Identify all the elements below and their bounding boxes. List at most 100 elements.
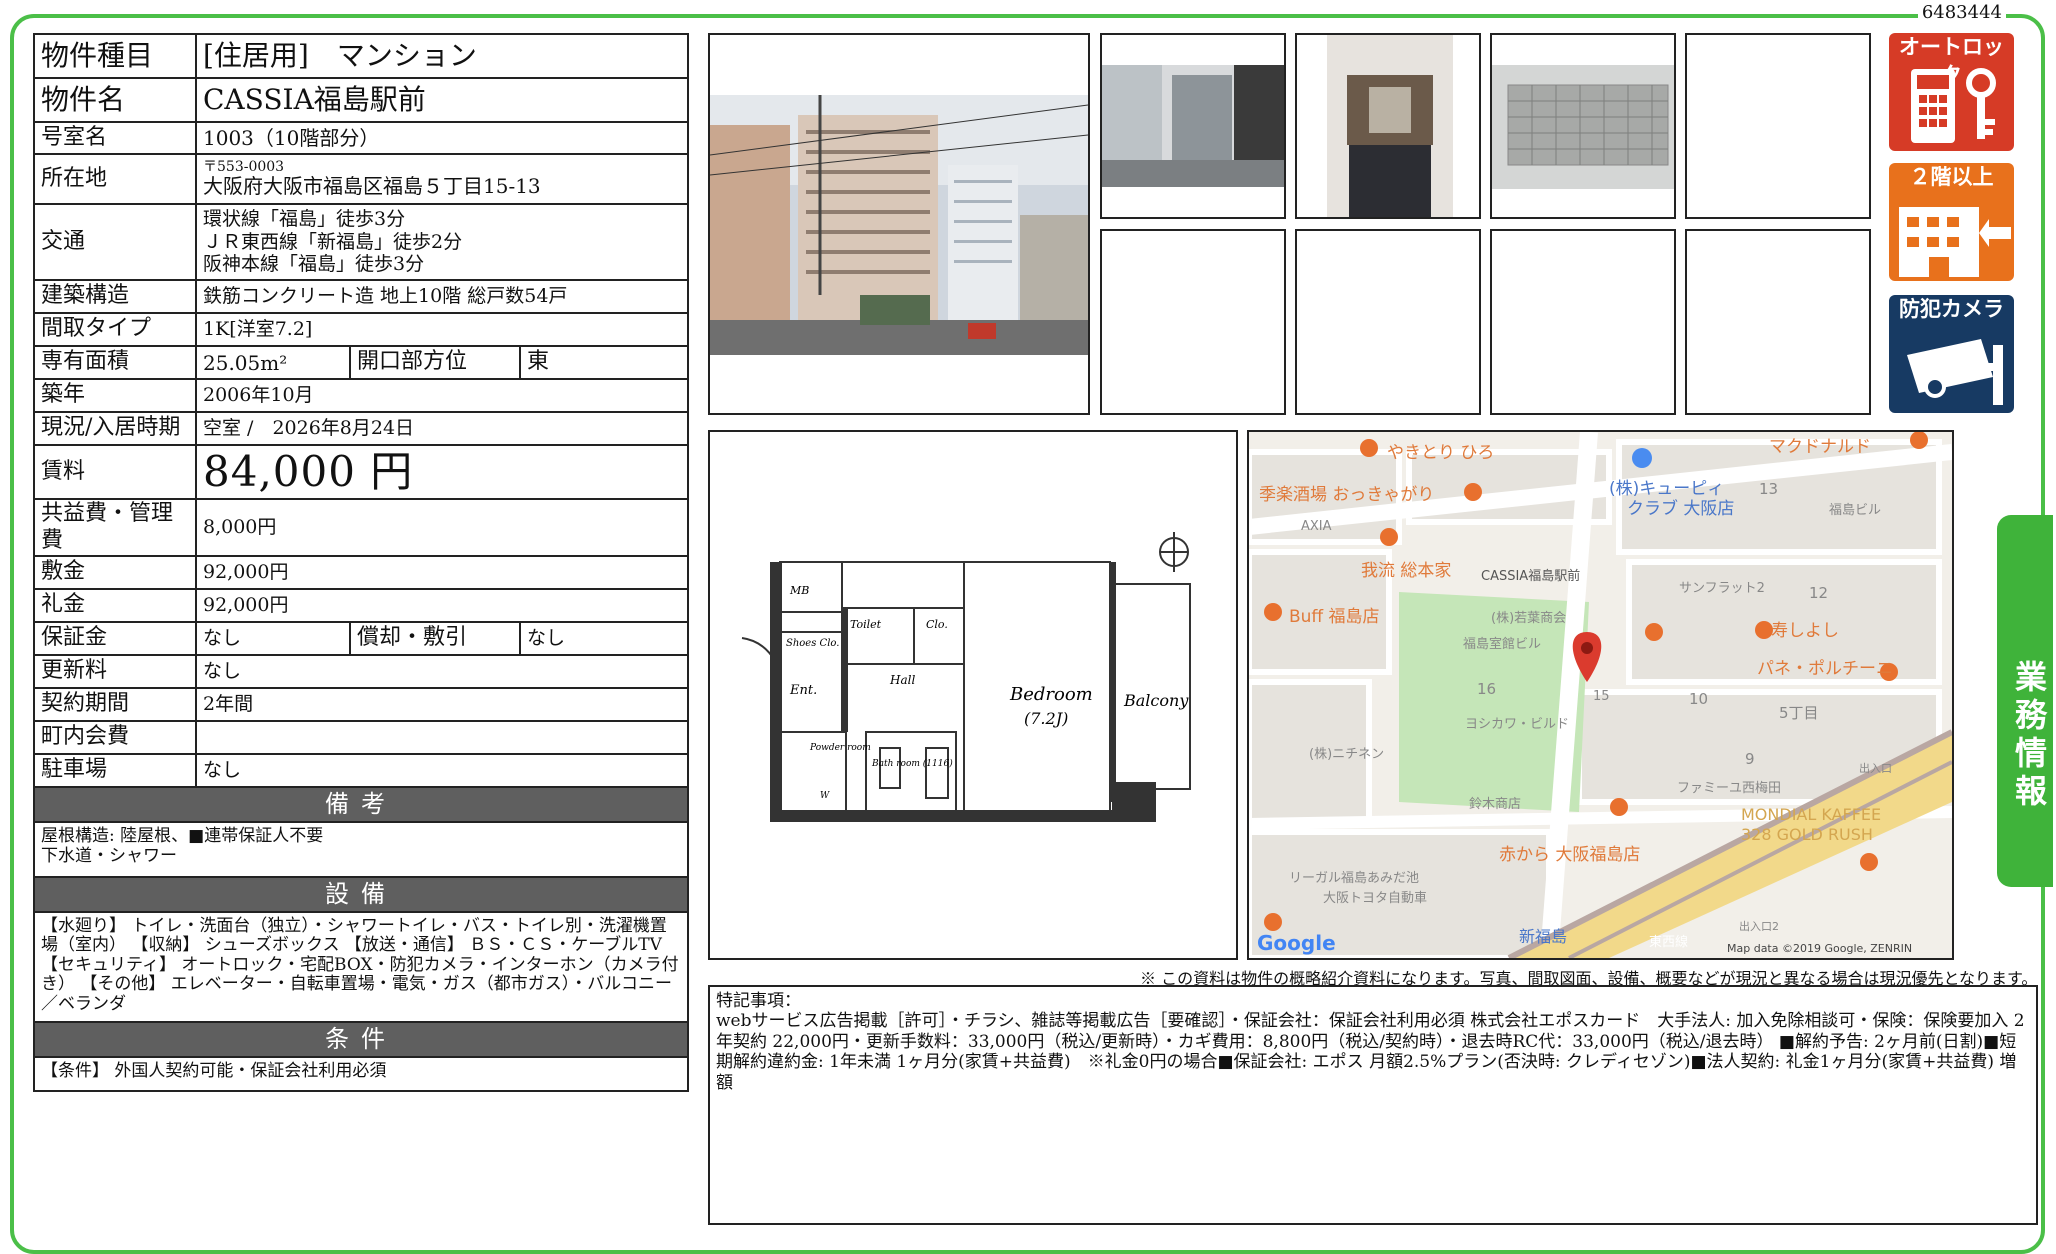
camera-badge-label: 防犯カメラ — [1899, 297, 2004, 321]
map-drawing: やきとり ひろ 季楽酒場 おっきゃがり マクドナルド (株)キューピィ クラブ … — [1249, 432, 1952, 958]
fp-ent: Ent. — [789, 683, 817, 698]
map-number: 15 — [1593, 689, 1610, 704]
fp-balcony: Balcony — [1123, 691, 1189, 710]
address-label: 所在地 — [33, 153, 197, 205]
fp-toilet: Toilet — [850, 618, 882, 631]
business-info-tab[interactable]: 業務情報 — [1997, 515, 2053, 887]
special-text: webサービス広告掲載［許可］・チラシ、雑誌等掲載広告［要確認］・保証会社：保証… — [716, 1011, 2025, 1093]
town-fee-value — [195, 720, 689, 756]
photo-empty-5 — [1685, 229, 1871, 415]
remarks-text: 屋根構造: 陸屋根、■連帯保証人不要 下水道・シャワー — [33, 820, 689, 878]
fp-clo: Clo. — [926, 618, 948, 631]
map-attribution: Map data ©2019 Google, ZENRIN — [1727, 942, 1912, 955]
fp-hall: Hall — [889, 673, 915, 687]
conditions-text: 【条件】 外国人契約可能・保証会社利用必須 — [33, 1055, 689, 1092]
fp-w: W — [820, 791, 830, 801]
floor-plan-drawing: MB Toilet Clo. Shoes Clo. Hall Ent. Bedr… — [741, 532, 1191, 822]
access-label: 交通 — [33, 203, 197, 281]
opening-label: 開口部方位 — [349, 345, 521, 380]
room-label: 号室名 — [33, 121, 197, 155]
key-money-label: 礼金 — [33, 588, 197, 624]
photo-entrance — [1100, 33, 1286, 219]
map-label: (株)若葉商会 — [1491, 610, 1566, 626]
map-label: 鈴木商店 — [1469, 797, 1521, 812]
map-number: 13 — [1759, 480, 1778, 498]
type-value: [住居用] マンション — [195, 33, 689, 79]
parking-label: 駐車場 — [33, 753, 197, 789]
fp-bath: Bath room (1116) — [871, 758, 953, 769]
map-label: ヨシカワ・ビルド — [1465, 717, 1569, 732]
property-table: 物件種目 [住居用] マンション 物件名 CASSIA福島駅前 号室名 1003（10… — [33, 33, 689, 1092]
map-label: (株)ニチネン — [1309, 747, 1384, 762]
layout-label: 間取タイプ — [33, 312, 197, 347]
equipment-title: 設備 — [33, 875, 689, 913]
structure-value: 鉄筋コンクリート造 地上10階 総戸数54戸 — [195, 279, 689, 314]
floor-badge: ２階以上 — [1889, 163, 2014, 281]
conditions-title: 条件 — [33, 1020, 689, 1058]
guarantee-value: なし — [195, 621, 351, 657]
map-label: AXIA — [1301, 519, 1332, 534]
map-number: 9 — [1745, 750, 1755, 768]
address-zip: 〒553-0003 — [203, 159, 285, 175]
built-label: 築年 — [33, 378, 197, 413]
equipment-text: 【水廻り】 トイレ・洗面台（独立）・シャワートイレ・バス・トイレ別・洗濯機置場（… — [33, 910, 689, 1023]
map-label: (株)キューピィ — [1609, 479, 1724, 499]
building-floor-icon — [1899, 207, 2011, 277]
floor-badge-label: ２階以上 — [1909, 165, 1994, 189]
structure-label: 建築構造 — [33, 279, 197, 314]
autolock-icon — [1911, 68, 1996, 143]
deposit-label: 敷金 — [33, 555, 197, 591]
map-label: マクドナルド — [1769, 437, 1871, 457]
map-label: 大阪トヨタ自動車 — [1323, 891, 1427, 906]
map-label: サンフラット2 — [1679, 581, 1765, 596]
map-label: ファミーユ西梅田 — [1677, 781, 1781, 796]
photo-intercom — [1295, 33, 1481, 219]
special-title: 特記事項： — [716, 991, 801, 1011]
access-line: ＪＲ東西線「新福島」徒歩2分 — [203, 230, 463, 253]
deposit-value: 92,000円 — [195, 555, 689, 591]
map-label: Buff 福島店 — [1289, 607, 1380, 627]
map-label: 出入口 — [1859, 761, 1892, 775]
access-line: 阪神本線「福島」徒歩3分 — [203, 253, 425, 276]
building-photo-image — [710, 95, 1088, 355]
autolock-badge-label: オートロック — [1899, 35, 2004, 87]
intercom-image — [1327, 35, 1453, 217]
photo-mailboxes — [1490, 33, 1676, 219]
amort-label: 償却・敷引 — [349, 621, 521, 657]
parking-value: なし — [195, 753, 689, 789]
map-label: 福島ビル — [1829, 503, 1881, 518]
map-label: 赤から 大阪福島店 — [1499, 845, 1640, 865]
address-cell: 〒553-0003 大阪府大阪市福島区福島５丁目15-13 — [195, 153, 689, 205]
map-label: 328 GOLD RUSH — [1741, 825, 1873, 844]
map-label: MONDIAL KAFFEE — [1741, 805, 1881, 824]
address-value: 大阪府大阪市福島区福島５丁目15-13 — [203, 174, 541, 198]
map-number: 16 — [1477, 680, 1496, 698]
term-value: 2年間 — [195, 687, 689, 723]
mailboxes-image — [1492, 65, 1674, 189]
photo-empty-4 — [1490, 229, 1676, 415]
map-label: 東西線 — [1649, 934, 1688, 950]
status-label: 現況/入居時期 — [33, 411, 197, 446]
map-label: 5丁目 — [1779, 704, 1819, 722]
fp-mb: MB — [789, 584, 809, 597]
status-value: 空室 / 2026年8月24日 — [195, 411, 689, 446]
fee-value: 8,000円 — [195, 498, 689, 558]
area-label: 専有面積 — [33, 345, 197, 380]
photo-empty-3 — [1295, 229, 1481, 415]
layout-value: 1K[洋室7.2] — [195, 312, 689, 347]
renewal-value: なし — [195, 654, 689, 690]
remarks-title: 備考 — [33, 786, 689, 823]
map-number: 10 — [1689, 690, 1708, 708]
opening-value: 東 — [519, 345, 689, 380]
building-photo — [708, 33, 1090, 415]
map-label: 寿しよし — [1771, 621, 1839, 641]
map-label: やきとり ひろ — [1387, 443, 1494, 463]
room-value: 1003（10階部分） — [195, 121, 689, 155]
map-label: 福島室館ビル — [1463, 636, 1541, 652]
guarantee-label: 保証金 — [33, 621, 197, 657]
map-label: 新福島 — [1519, 927, 1567, 946]
key-money-value: 92,000円 — [195, 588, 689, 624]
area-value: 25.05m² — [195, 345, 351, 380]
google-logo: Google — [1257, 931, 1336, 955]
access-cell: 環状線「福島」徒歩3分 ＪＲ東西線「新福島」徒歩2分 阪神本線「福島」徒歩3分 — [195, 203, 689, 281]
